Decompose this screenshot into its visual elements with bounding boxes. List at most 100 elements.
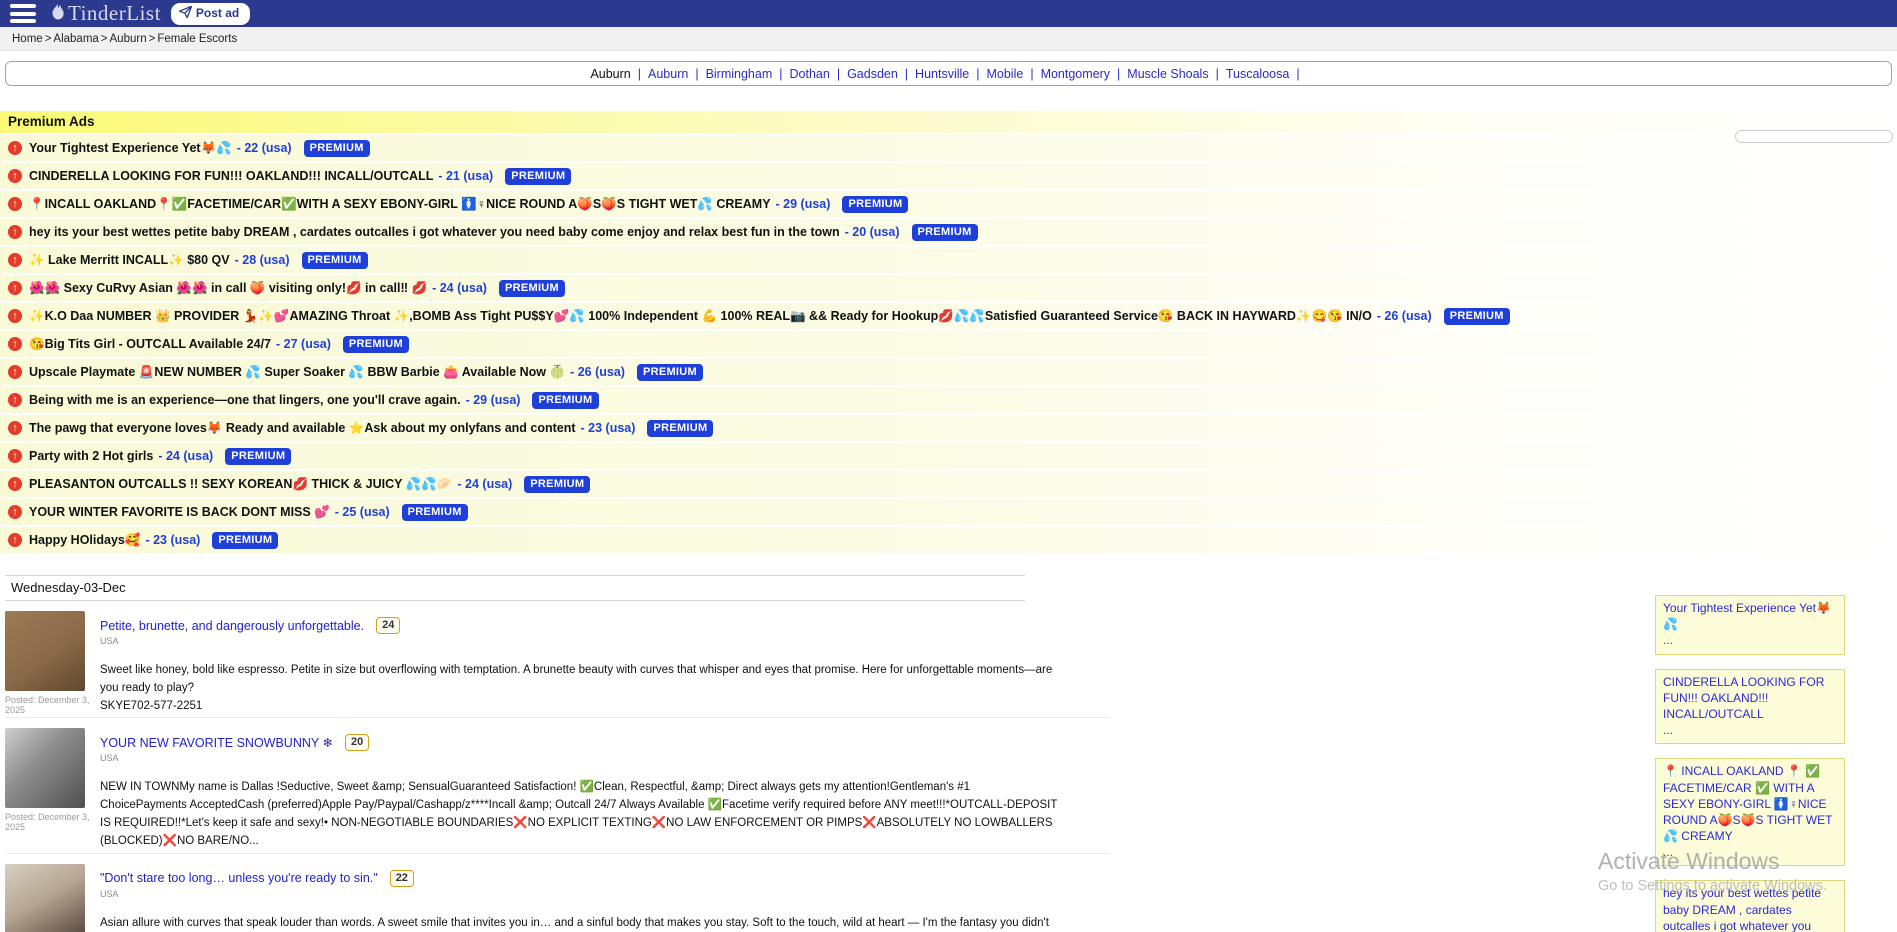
listing-row[interactable]: Posted: December 3, 2025 YOUR NEW FAVORI… [5,718,1110,853]
city-separator: | [1296,67,1299,81]
premium-ad-row[interactable]: ↑Party with 2 Hot girls- 24 (usa)PREMIUM [0,443,1897,469]
city-link-dothan[interactable]: Dothan [790,67,830,81]
premium-ad-age: - 29 (usa) [776,197,831,211]
breadcrumb-separator: > [45,33,52,45]
city-link-tuscaloosa[interactable]: Tuscaloosa [1226,67,1289,81]
premium-ad-row[interactable]: ↑😘Big Tits Girl - OUTCALL Available 24/7… [0,331,1897,357]
premium-ad-title[interactable]: hey its your best wettes petite baby DRE… [29,225,840,239]
listing-row[interactable]: Posted: December 3, 2025 "Don't stare to… [5,854,1110,932]
premium-ad-row[interactable]: ↑📍INCALL OAKLAND📍✅FACETIME/CAR✅WITH A SE… [0,191,1897,217]
premium-badge: PREMIUM [637,364,703,381]
premium-ad-row[interactable]: ↑YOUR WINTER FAVORITE IS BACK DONT MISS … [0,499,1897,525]
city-link-auburn[interactable]: Auburn [648,67,688,81]
premium-ad-row[interactable]: ↑✨ Lake Merritt INCALL✨ $80 QV- 28 (usa)… [0,247,1897,273]
premium-ad-age: - 20 (usa) [845,225,900,239]
premium-ad-title[interactable]: Upscale Playmate 🚨NEW NUMBER 💦 Super Soa… [29,365,565,380]
up-arrow-icon: ↑ [8,281,22,295]
listing-title-link[interactable]: YOUR NEW FAVORITE SNOWBUNNY ❄ [100,735,333,750]
listing-title-link[interactable]: Petite, brunette, and dangerously unforg… [100,619,364,633]
city-link-huntsville[interactable]: Huntsville [915,67,969,81]
breadcrumb-home[interactable]: Home [12,33,43,45]
city-link-birmingham[interactable]: Birmingham [706,67,773,81]
premium-ad-title[interactable]: ✨K.O Daa NUMBER 👑 PROVIDER 💃✨💕AMAZING Th… [29,309,1372,324]
premium-badge: PREMIUM [302,252,368,269]
listing-description: Asian allure with curves that speak loud… [100,917,1049,932]
sidebar-ad-box[interactable]: 📍 INCALL OAKLAND 📍 ✅ FACETIME/CAR ✅ WITH… [1655,758,1845,866]
hamburger-menu-icon[interactable] [10,4,36,23]
listing-thumbnail[interactable] [5,728,85,808]
premium-ad-row[interactable]: ↑✨K.O Daa NUMBER 👑 PROVIDER 💃✨💕AMAZING T… [0,303,1897,329]
city-link-montgomery[interactable]: Montgomery [1041,67,1110,81]
listing-phone: SKYE702-577-2251 [100,698,1060,716]
premium-ad-age: - 25 (usa) [335,505,390,519]
listing-country: USA [100,636,1110,646]
premium-ad-row[interactable]: ↑hey its your best wettes petite baby DR… [0,219,1897,245]
listing-thumbnail[interactable] [5,864,85,932]
premium-ad-title[interactable]: Party with 2 Hot girls [29,449,153,463]
premium-ad-age: - 29 (usa) [466,393,521,407]
premium-ad-row[interactable]: ↑The pawg that everyone loves🦊 Ready and… [0,415,1897,441]
premium-ad-title[interactable]: Being with me is an experience—one that … [29,393,461,407]
post-ad-label: Post ad [196,6,239,20]
premium-ad-age: - 23 (usa) [145,533,200,547]
premium-badge: PREMIUM [343,336,409,353]
sidebar-ad-title[interactable]: Your Tightest Experience Yet🦊 💦 [1663,600,1837,632]
premium-badge: PREMIUM [225,448,291,465]
premium-ad-title[interactable]: 😘Big Tits Girl - OUTCALL Available 24/7 [29,337,271,352]
premium-badge: PREMIUM [532,392,598,409]
site-title: TinderList [68,1,161,26]
city-link-auburn-current: Auburn [590,67,630,81]
sidebar-ad-box[interactable]: hey its your best wettes petite baby DRE… [1655,880,1845,932]
premium-ad-title[interactable]: ✨ Lake Merritt INCALL✨ $80 QV [29,253,230,268]
breadcrumb-state[interactable]: Alabama [53,33,98,45]
paper-plane-icon [179,6,192,21]
sidebar-ad-title[interactable]: CINDERELLA LOOKING FOR FUN!!! OAKLAND!!!… [1663,674,1837,723]
up-arrow-icon: ↑ [8,141,22,155]
listing-thumbnail[interactable] [5,611,85,691]
sidebar-ad-box[interactable]: Your Tightest Experience Yet🦊 💦 ... [1655,595,1845,655]
premium-ad-row[interactable]: ↑Your Tightest Experience Yet🦊💦- 22 (usa… [0,135,1897,161]
listing-title-link[interactable]: "Don't stare too long… unless you're rea… [100,871,378,885]
city-link-gadsden[interactable]: Gadsden [847,67,898,81]
premium-ad-age: - 24 (usa) [158,449,213,463]
premium-badge: PREMIUM [524,476,590,493]
city-separator: | [695,67,698,81]
listing-row[interactable]: Posted: December 3, 2025 Petite, brunett… [5,601,1110,718]
site-logo[interactable]: TinderList [50,1,161,26]
sidebar-ad-title[interactable]: hey its your best wettes petite baby DRE… [1663,885,1837,932]
age-badge: 24 [376,617,400,634]
premium-ad-title[interactable]: Your Tightest Experience Yet🦊💦 [29,141,232,156]
breadcrumb-city[interactable]: Auburn [110,33,147,45]
premium-ad-title[interactable]: YOUR WINTER FAVORITE IS BACK DONT MISS 💕 [29,505,330,520]
premium-ad-title[interactable]: CINDERELLA LOOKING FOR FUN!!! OAKLAND!!!… [29,169,433,183]
post-ad-button[interactable]: Post ad [171,3,250,25]
premium-ad-title[interactable]: 📍INCALL OAKLAND📍✅FACETIME/CAR✅WITH A SEX… [29,197,771,212]
premium-ad-age: - 26 (usa) [1377,309,1432,323]
premium-ad-row[interactable]: ↑ 🌺🌺 Sexy CuRvy Asian 🌺🌺 in call 🍑 visiti… [0,275,1897,301]
premium-ad-row[interactable]: ↑PLEASANTON OUTCALLS !! SEXY KOREAN💋 THI… [0,471,1897,497]
up-arrow-icon: ↑ [8,533,22,547]
city-link-muscle-shoals[interactable]: Muscle Shoals [1127,67,1208,81]
premium-ad-age: - 28 (usa) [235,253,290,267]
premium-ad-title[interactable]: 🌺🌺 Sexy CuRvy Asian 🌺🌺 in call 🍑 visitin… [29,281,427,296]
premium-ad-row[interactable]: ↑Being with me is an experience—one that… [0,387,1897,413]
age-badge: 20 [345,734,369,751]
up-arrow-icon: ↑ [8,169,22,183]
breadcrumb-category[interactable]: Female Escorts [157,33,237,45]
premium-ad-row[interactable]: ↑ Happy HOlidays🥰 - 23 (usa) PREMIUM [0,527,1897,553]
listing-country: USA [100,889,1110,899]
premium-ad-title[interactable]: PLEASANTON OUTCALLS !! SEXY KOREAN💋 THIC… [29,477,452,492]
top-header-bar: TinderList Post ad [0,0,1897,27]
city-separator: | [638,67,641,81]
premium-ad-title[interactable]: The pawg that everyone loves🦊 Ready and … [29,421,576,436]
city-link-mobile[interactable]: Mobile [986,67,1023,81]
sidebar-ad-box[interactable]: CINDERELLA LOOKING FOR FUN!!! OAKLAND!!!… [1655,669,1845,745]
premium-sidebar: Your Tightest Experience Yet🦊 💦 ... CIND… [1655,595,1845,932]
premium-ad-row[interactable]: ↑ CINDERELLA LOOKING FOR FUN!!! OAKLAND!!… [0,163,1897,189]
premium-badge: PREMIUM [402,504,468,521]
premium-badge: PREMIUM [212,532,278,549]
premium-ad-title[interactable]: Happy HOlidays🥰 [29,533,140,548]
sidebar-ad-title[interactable]: 📍 INCALL OAKLAND 📍 ✅ FACETIME/CAR ✅ WITH… [1663,763,1837,844]
premium-ad-age: - 27 (usa) [276,337,331,351]
premium-ad-row[interactable]: ↑Upscale Playmate 🚨NEW NUMBER 💦 Super So… [0,359,1897,385]
